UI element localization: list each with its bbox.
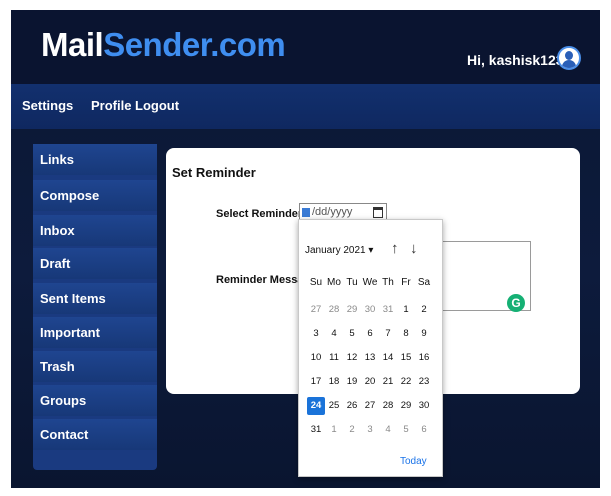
calendar-day-cell[interactable]: 25	[325, 397, 343, 415]
datepicker-popup: January 2021 ▾ ↑ ↓ Su Mo Tu We Th Fr Sa …	[298, 219, 443, 477]
calendar-day-cell[interactable]: 31	[307, 421, 325, 439]
next-month-arrow-icon[interactable]: ↓	[410, 240, 418, 257]
calendar-day-cell[interactable]: 9	[415, 325, 433, 343]
calendar-day-cell[interactable]: 6	[361, 325, 379, 343]
header: MailSender.com Hi, kashisk123	[11, 10, 600, 84]
weekday-header-row: Su Mo Tu We Th Fr Sa	[307, 277, 433, 293]
calendar-day-cell[interactable]: 21	[379, 373, 397, 391]
calendar-day-cell[interactable]: 10	[307, 349, 325, 367]
calendar-day-cell[interactable]: 2	[343, 421, 361, 439]
nav-logout-link[interactable]: Logout	[135, 98, 179, 113]
weekday-label: Fr	[401, 277, 411, 288]
calendar-day-cell[interactable]: 2	[415, 301, 433, 319]
calendar-day-cell[interactable]: 26	[343, 397, 361, 415]
nav-settings-link[interactable]: Settings	[22, 98, 73, 113]
calendar-day-cell[interactable]: 30	[361, 301, 379, 319]
calendar-icon[interactable]	[373, 207, 383, 218]
calendar-day-cell[interactable]: 29	[343, 301, 361, 319]
sidebar-item-groups[interactable]: Groups	[33, 385, 157, 416]
grammarly-icon[interactable]: G	[507, 294, 525, 312]
calendar-day-cell[interactable]: 12	[343, 349, 361, 367]
sidebar-item-contact[interactable]: Contact	[33, 419, 157, 450]
weekday-label: Mo	[327, 277, 341, 288]
sidebar: Links Compose Inbox Draft Sent Items Imp…	[33, 144, 157, 470]
previous-month-arrow-icon[interactable]: ↑	[391, 240, 399, 257]
calendar-day-cell[interactable]: 31	[379, 301, 397, 319]
calendar-day-cell[interactable]: 11	[325, 349, 343, 367]
calendar-day-cell[interactable]: 24	[307, 397, 325, 415]
logo-part-mail: Mail	[41, 26, 104, 63]
avatar-body	[562, 60, 576, 68]
sidebar-item-compose[interactable]: Compose	[33, 180, 157, 211]
calendar-day-cell[interactable]: 20	[361, 373, 379, 391]
app-window: MailSender.com Hi, kashisk123 Settings P…	[11, 10, 600, 488]
calendar-day-cell[interactable]: 27	[361, 397, 379, 415]
site-logo[interactable]: MailSender.com	[41, 26, 286, 64]
sidebar-item-sent-items[interactable]: Sent Items	[33, 283, 157, 314]
top-nav: Settings Profile Logout	[11, 84, 600, 129]
date-month-segment[interactable]	[302, 208, 310, 217]
date-placeholder: /dd/yyyy	[312, 206, 353, 218]
today-button[interactable]: Today	[400, 456, 427, 467]
calendar-day-cell[interactable]: 5	[343, 325, 361, 343]
logo-part-sender: Sender.com	[103, 26, 286, 63]
calendar-day-cell[interactable]: 13	[361, 349, 379, 367]
sidebar-item-trash[interactable]: Trash	[33, 351, 157, 382]
weekday-label: We	[362, 277, 378, 288]
weekday-label: Su	[309, 277, 323, 288]
calendar-day-cell[interactable]: 23	[415, 373, 433, 391]
calendar-day-cell[interactable]: 8	[397, 325, 415, 343]
sidebar-item-inbox[interactable]: Inbox	[33, 215, 157, 246]
calendar-day-cell[interactable]: 19	[343, 373, 361, 391]
month-year-select[interactable]: January 2021 ▾	[305, 245, 373, 256]
sidebar-item-important[interactable]: Important	[33, 317, 157, 348]
calendar-day-cell[interactable]: 30	[415, 397, 433, 415]
calendar-day-cell[interactable]: 15	[397, 349, 415, 367]
calendar-day-cell[interactable]: 16	[415, 349, 433, 367]
weekday-label: Tu	[346, 277, 358, 288]
calendar-day-cell[interactable]: 14	[379, 349, 397, 367]
weekday-label: Sa	[417, 277, 431, 288]
user-avatar-icon[interactable]	[557, 46, 581, 70]
calendar-day-cell[interactable]: 27	[307, 301, 325, 319]
calendar-day-cell[interactable]: 4	[379, 421, 397, 439]
calendar-day-cell[interactable]: 5	[397, 421, 415, 439]
calendar-day-cell[interactable]: 28	[379, 397, 397, 415]
calendar-day-cell[interactable]: 4	[325, 325, 343, 343]
calendar-day-cell[interactable]: 28	[325, 301, 343, 319]
calendar-day-cell[interactable]: 3	[307, 325, 325, 343]
sidebar-item-draft[interactable]: Draft	[33, 248, 157, 279]
calendar-day-cell[interactable]: 7	[379, 325, 397, 343]
calendar-day-cell[interactable]: 17	[307, 373, 325, 391]
calendar-day-cell[interactable]: 29	[397, 397, 415, 415]
panel-title: Set Reminder	[172, 165, 256, 180]
calendar-day-cell[interactable]: 1	[325, 421, 343, 439]
calendar-day-cell[interactable]: 1	[397, 301, 415, 319]
calendar-day-cell[interactable]: 18	[325, 373, 343, 391]
avatar-head	[565, 51, 573, 60]
calendar-day-cell[interactable]: 3	[361, 421, 379, 439]
weekday-label: Th	[382, 277, 394, 288]
nav-profile-link[interactable]: Profile	[91, 98, 131, 113]
user-greeting: Hi, kashisk123	[467, 52, 564, 68]
calendar-day-cell[interactable]: 22	[397, 373, 415, 391]
sidebar-item-links[interactable]: Links	[33, 144, 157, 175]
calendar-day-cell[interactable]: 6	[415, 421, 433, 439]
